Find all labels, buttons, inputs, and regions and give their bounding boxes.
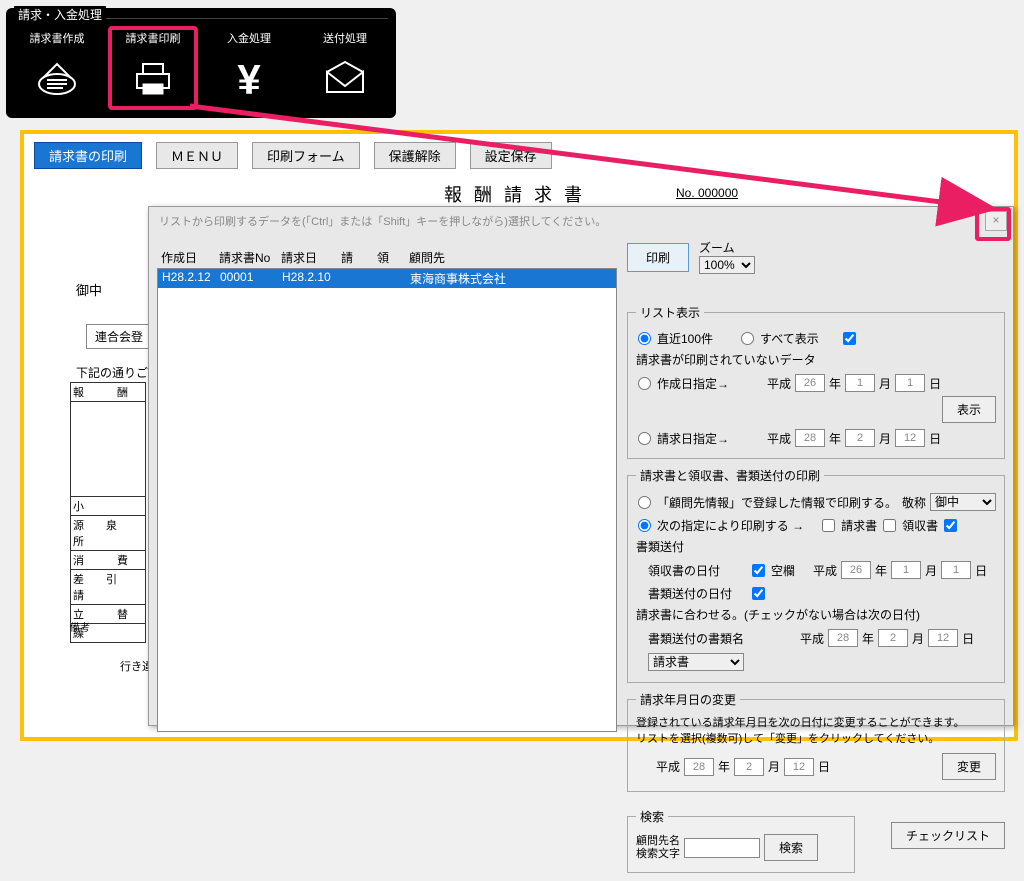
zoom-select[interactable]: 100% [699, 256, 755, 274]
docsend-type-select[interactable]: 請求書 [648, 653, 744, 671]
rengou-box: 連合会登 [86, 324, 152, 349]
change-year[interactable]: 28 [684, 758, 714, 776]
checklist-button[interactable]: チェックリスト [891, 822, 1005, 849]
radio-use-client-info[interactable] [638, 496, 651, 509]
tb-send[interactable]: 送付処理 [304, 30, 386, 106]
check-docsend[interactable] [944, 519, 957, 532]
tb-payment[interactable]: 入金処理 ¥ [208, 30, 290, 106]
yen-icon: ¥ [208, 50, 290, 106]
print-form-button[interactable]: 印刷フォーム [252, 142, 360, 169]
print-invoice-button[interactable]: 請求書の印刷 [34, 142, 142, 169]
print-options-group: 請求書と領収書、書類送付の印刷 「顧問先情報」で登録した情報で印刷する。 敬称 … [627, 467, 1005, 683]
envelope-icon [304, 50, 386, 106]
check-receipt[interactable] [883, 519, 896, 532]
radio-recent100[interactable] [638, 332, 651, 345]
unprotect-button[interactable]: 保護解除 [374, 142, 456, 169]
toolbar-group-title: 請求・入金処理 [14, 6, 106, 23]
list-display-group: リスト表示 直近100件 すべて表示 請求書が印刷されていないデータ 作成日指定… [627, 304, 1005, 459]
onchu-label: 御中 [76, 280, 102, 299]
data-list-pane: 作成日 請求書No 請求日 請 領 顧問先 H28.2.12 00001 H28… [157, 247, 617, 717]
radio-all[interactable] [741, 332, 754, 345]
invoice-print-window: 請求書の印刷 ＭＥＮＵ 印刷フォーム 保護解除 設定保存 報酬請求書 No. 0… [20, 130, 1018, 741]
radio-by-billed[interactable] [638, 432, 651, 445]
zoom-label: ズーム [699, 241, 735, 255]
billed-day[interactable]: 12 [895, 429, 925, 447]
change-month[interactable]: 2 [734, 758, 764, 776]
check-unprinted[interactable] [843, 332, 856, 345]
created-year[interactable]: 26 [795, 374, 825, 392]
print-dialog: リストから印刷するデータを(「Ctrl」または「Shift」キーを押しながら)選… [148, 206, 1014, 726]
check-blank[interactable] [752, 564, 765, 577]
list-body[interactable]: H28.2.12 00001 H28.2.10 東海商事株式会社 [157, 268, 617, 732]
billed-year[interactable]: 28 [795, 429, 825, 447]
change-day[interactable]: 12 [784, 758, 814, 776]
document-number: No. 000000 [676, 186, 738, 200]
invoice-create-icon [16, 50, 98, 106]
tb-create-invoice[interactable]: 請求書作成 [16, 30, 98, 106]
print-button[interactable]: 印刷 [627, 243, 689, 272]
bikou-label: 備考 [70, 619, 90, 634]
save-settings-button[interactable]: 設定保存 [470, 142, 552, 169]
list-header: 作成日 請求書No 請求日 請 領 顧問先 [157, 247, 617, 268]
search-button[interactable]: 検索 [764, 834, 818, 861]
search-group: 検索 顧問先名 検索文字 検索 [627, 808, 855, 873]
radio-use-following[interactable] [638, 519, 651, 532]
billed-month[interactable]: 2 [845, 429, 875, 447]
search-input[interactable] [684, 838, 760, 858]
top-button-bar: 請求書の印刷 ＭＥＮＵ 印刷フォーム 保護解除 設定保存 [24, 134, 1014, 177]
check-match-invoice[interactable] [752, 587, 765, 600]
billing-toolbar: 請求・入金処理 請求書作成 請求書印刷 入金処理 ¥ 送付処理 [6, 8, 396, 118]
radio-by-created[interactable] [638, 377, 651, 390]
side-note: 下記の通りご [76, 364, 148, 381]
created-month[interactable]: 1 [845, 374, 875, 392]
printer-icon [112, 50, 194, 106]
svg-text:¥: ¥ [237, 56, 261, 100]
created-day[interactable]: 1 [895, 374, 925, 392]
list-row[interactable]: H28.2.12 00001 H28.2.10 東海商事株式会社 [158, 269, 616, 288]
dialog-instruction: リストから印刷するデータを(「Ctrl」または「Shift」キーを押しながら)選… [149, 207, 1013, 235]
change-date-group: 請求年月日の変更 登録されている請求年月日を次の日付に変更することができます。 … [627, 691, 1005, 792]
honorific-select[interactable]: 御中 [930, 493, 996, 511]
show-button[interactable]: 表示 [942, 396, 996, 423]
menu-button[interactable]: ＭＥＮＵ [156, 142, 238, 169]
check-invoice[interactable] [822, 519, 835, 532]
right-controls-pane: 印刷 ズーム 100% リスト表示 直近100件 すべて表示 請求書が印刷されて… [627, 243, 1005, 717]
fee-table: 報 酬 小 源 泉 所 消 費 差 引 請 立 替 繰 [70, 382, 146, 643]
change-button[interactable]: 変更 [942, 753, 996, 780]
tb-print-invoice[interactable]: 請求書印刷 [108, 26, 198, 110]
document-title: 報酬請求書 [24, 181, 1014, 207]
